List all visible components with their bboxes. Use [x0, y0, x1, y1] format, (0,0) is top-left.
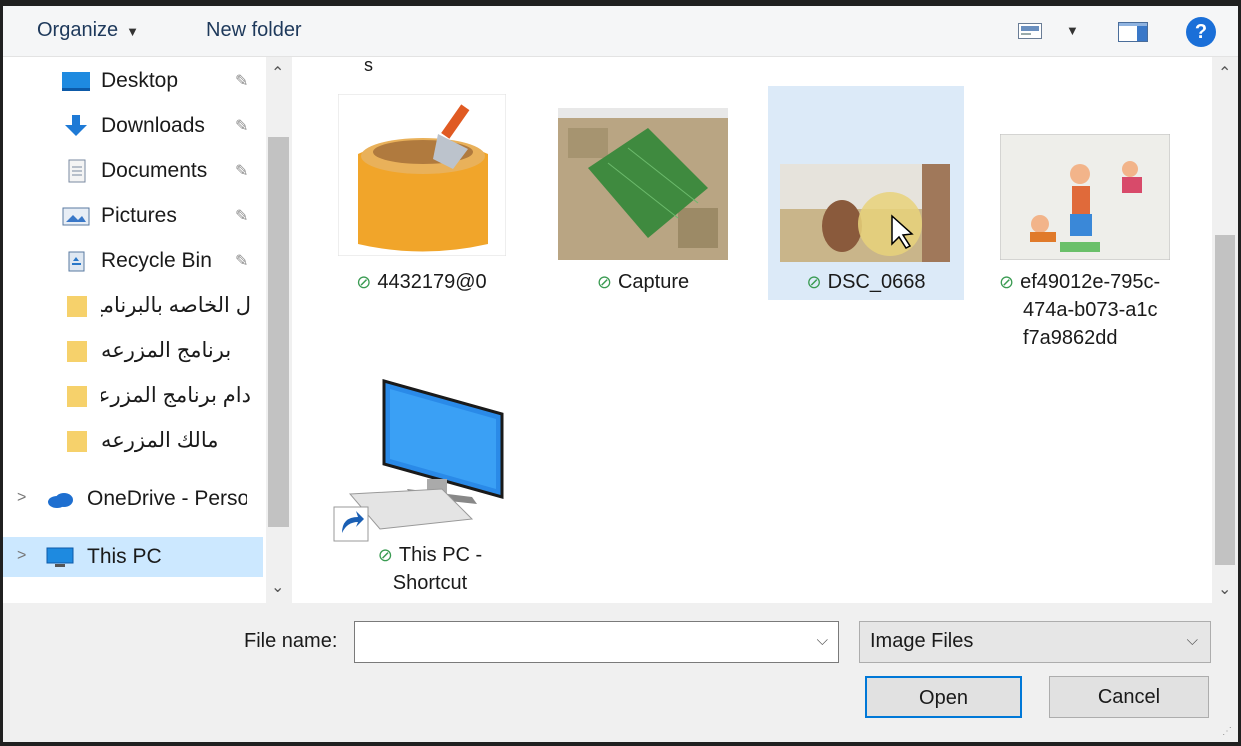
- nav-item-documents[interactable]: Documents ✎: [3, 151, 263, 191]
- file-thumbnail: [558, 108, 728, 260]
- file-caption: ⊘ DSC_0668: [768, 268, 964, 296]
- folder-icon: [67, 431, 87, 452]
- nav-item-folder[interactable]: دام برنامج المزرعه: [3, 376, 263, 416]
- file-name-label: File name:: [244, 630, 338, 652]
- scroll-up-icon[interactable]: ⌃: [271, 63, 284, 83]
- content-scrollbar[interactable]: ⌃ ⌄: [1212, 57, 1238, 603]
- file-name: 4432179@0: [377, 271, 487, 293]
- nav-item-recycle-bin[interactable]: Recycle Bin ✎: [3, 241, 263, 281]
- nav-item-label: OneDrive - Persor: [87, 487, 247, 510]
- file-caption: ⊘ ef49012e-795c- 474a-b073-a1c f7a9862dd: [995, 268, 1175, 352]
- nav-item-label: مالك المزرعه: [101, 429, 219, 452]
- nav-item-label: برنامج المزرعه: [101, 339, 232, 362]
- folder-icon: [67, 296, 87, 317]
- nav-item-downloads[interactable]: Downloads ✎: [3, 106, 263, 146]
- resize-grip-icon[interactable]: ⋰: [1222, 726, 1232, 737]
- documents-icon: [68, 159, 86, 183]
- pin-icon: ✎: [235, 118, 249, 135]
- nav-item-label: This PC: [87, 545, 162, 568]
- sync-check-icon: ⊘: [999, 272, 1015, 292]
- this-pc-icon: [46, 547, 74, 567]
- nav-item-label: دام برنامج المزرعه: [101, 384, 251, 407]
- this-pc-shortcut-icon: [333, 379, 504, 542]
- partial-file-label: s: [364, 55, 373, 75]
- command-bar: Organize ▼ New folder ▼ ?: [3, 6, 1238, 57]
- file-type-value: Image Files: [870, 630, 974, 652]
- file-tile[interactable]: ⊘ This PC - Shortcut: [330, 375, 530, 601]
- nav-item-desktop[interactable]: Desktop ✎: [3, 61, 263, 101]
- file-thumbnail: [1000, 134, 1170, 260]
- cancel-button[interactable]: Cancel: [1049, 676, 1209, 718]
- change-view-icon[interactable]: [1018, 23, 1042, 39]
- file-tile[interactable]: ⊘ ef49012e-795c- 474a-b073-a1c f7a9862dd: [995, 90, 1175, 360]
- sync-check-icon: ⊘: [596, 272, 612, 292]
- nav-scrollbar[interactable]: ⌃ ⌄: [266, 57, 291, 603]
- pictures-icon: [62, 207, 90, 226]
- file-tile[interactable]: ⊘ 4432179@0: [334, 90, 509, 300]
- desktop-icon: [62, 72, 90, 91]
- organize-button[interactable]: Organize ▼: [37, 16, 139, 44]
- window-bottom-border: [0, 742, 1241, 746]
- new-folder-button[interactable]: New folder: [206, 16, 302, 44]
- nav-item-pictures[interactable]: Pictures ✎: [3, 196, 263, 236]
- file-name-line: This PC -: [398, 544, 483, 566]
- chevron-down-icon: ▼: [126, 24, 140, 39]
- scrollbar-thumb[interactable]: [1215, 235, 1235, 565]
- navigation-pane[interactable]: Desktop ✎ Downloads ✎ Documents ✎ Pictur…: [3, 57, 291, 603]
- nav-item-folder[interactable]: برنامج المزرعه: [3, 331, 263, 371]
- scroll-down-icon[interactable]: ⌄: [1218, 579, 1231, 599]
- file-name: Capture: [617, 271, 690, 293]
- chevron-down-icon[interactable]: ⌵: [817, 632, 828, 649]
- organize-label: Organize: [37, 19, 119, 41]
- pin-icon: ✎: [235, 208, 249, 225]
- view-options-dropdown[interactable]: ▼: [1066, 23, 1079, 38]
- preview-pane-icon[interactable]: [1118, 22, 1148, 42]
- file-thumbnail: [780, 164, 950, 262]
- sync-check-icon: ⊘: [377, 545, 393, 565]
- file-tile[interactable]: ⊘ Capture: [553, 90, 733, 300]
- sync-check-icon: ⊘: [806, 272, 822, 292]
- pin-icon: ✎: [235, 163, 249, 180]
- file-caption: ⊘ This PC - Shortcut: [330, 541, 530, 597]
- scrollbar-thumb[interactable]: [268, 137, 289, 527]
- folder-icon: [67, 341, 87, 362]
- file-caption: ⊘ Capture: [553, 268, 733, 296]
- open-button[interactable]: Open: [865, 676, 1022, 718]
- onedrive-icon: [48, 493, 73, 508]
- chevron-right-icon[interactable]: >: [17, 489, 26, 507]
- file-name-line: f7a9862dd: [1023, 327, 1118, 349]
- nav-item-folder[interactable]: ل الخاصه بالبرنامج: [3, 286, 263, 326]
- file-type-select[interactable]: Image Files ⌵: [859, 621, 1211, 663]
- file-thumbnail: [338, 94, 506, 256]
- file-name-line: Shortcut: [392, 572, 468, 594]
- file-name-line: ef49012e-795c-: [1020, 271, 1161, 293]
- file-tile-selected[interactable]: ⊘ DSC_0668: [768, 86, 964, 300]
- folder-icon: [67, 386, 87, 407]
- nav-item-label: ل الخاصه بالبرنامج: [101, 294, 251, 317]
- file-name-input[interactable]: ⌵: [354, 621, 839, 663]
- scroll-down-icon[interactable]: ⌄: [271, 577, 284, 597]
- nav-item-this-pc[interactable]: > This PC: [3, 537, 263, 577]
- sync-check-icon: ⊘: [356, 272, 372, 292]
- help-icon[interactable]: ?: [1186, 17, 1216, 47]
- file-name-line: 474a-b073-a1c: [1023, 299, 1158, 321]
- chevron-down-icon: ⌵: [1186, 632, 1198, 649]
- scroll-up-icon[interactable]: ⌃: [1218, 63, 1231, 83]
- nav-item-onedrive[interactable]: > OneDrive - Persor: [3, 479, 263, 519]
- pin-icon: ✎: [235, 73, 249, 90]
- download-icon: [65, 115, 87, 136]
- recycle-bin-icon: [68, 251, 85, 272]
- pin-icon: ✎: [235, 253, 249, 270]
- chevron-right-icon[interactable]: >: [17, 547, 26, 565]
- file-name: DSC_0668: [827, 271, 926, 293]
- file-caption: ⊘ 4432179@0: [334, 268, 509, 296]
- nav-item-folder[interactable]: مالك المزرعه: [3, 421, 263, 461]
